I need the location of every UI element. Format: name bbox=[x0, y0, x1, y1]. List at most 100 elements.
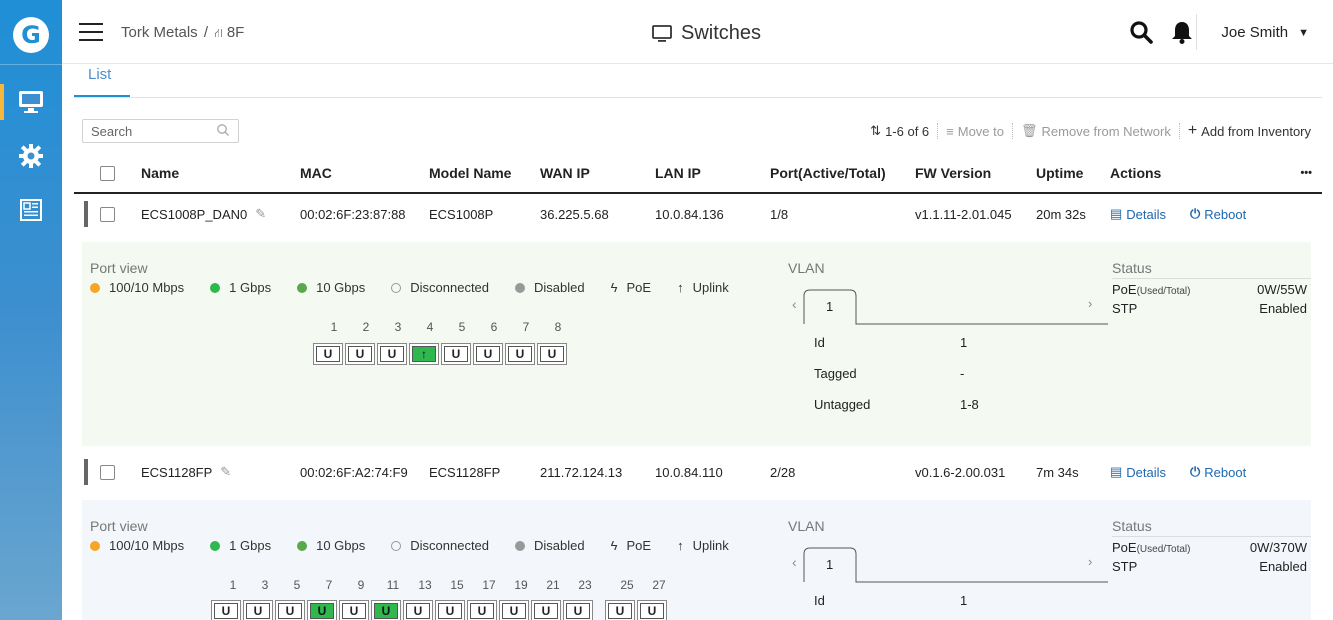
green-dot-icon bbox=[210, 540, 221, 551]
port-25[interactable]: U bbox=[605, 600, 635, 620]
bell-icon[interactable] bbox=[1171, 20, 1193, 44]
chevron-right-icon[interactable]: › bbox=[1088, 554, 1092, 569]
details-button[interactable]: ▤ Details bbox=[1110, 452, 1166, 492]
chevron-left-icon: ‹ bbox=[792, 296, 797, 312]
port-number: 13 bbox=[418, 578, 432, 592]
port-27[interactable]: U bbox=[637, 600, 667, 620]
sidebar-item-reports[interactable] bbox=[0, 188, 62, 232]
chevron-right-icon[interactable]: › bbox=[1088, 296, 1092, 311]
device-name: ECS1128FP bbox=[141, 464, 213, 480]
port-1[interactable]: U bbox=[313, 343, 343, 365]
port-number: 27 bbox=[652, 578, 666, 592]
app-logo[interactable]: G bbox=[13, 17, 49, 53]
port-15[interactable]: U bbox=[435, 600, 465, 620]
gear-icon bbox=[19, 144, 43, 168]
edit-icon[interactable]: ✎ bbox=[255, 206, 266, 222]
port-number: 21 bbox=[546, 578, 560, 592]
port-number: 6 bbox=[490, 320, 498, 334]
col-model[interactable]: Model Name bbox=[429, 154, 511, 192]
row-indicator bbox=[84, 201, 88, 227]
vlan-untagged-value: 1-8 bbox=[960, 397, 979, 412]
port-7[interactable]: U bbox=[307, 600, 337, 620]
menu-icon[interactable] bbox=[79, 23, 103, 41]
port-13[interactable]: U bbox=[403, 600, 433, 620]
port-1[interactable]: U bbox=[211, 600, 241, 620]
table-row[interactable]: ECS1128FP ✎ 00:02:6F:A2:74:F9 ECS1128FP 2… bbox=[74, 452, 1322, 492]
orange-dot-icon bbox=[90, 282, 100, 293]
col-fw[interactable]: FW Version bbox=[915, 154, 991, 192]
legend-poe: ϟ PoE bbox=[610, 538, 652, 553]
row-checkbox[interactable] bbox=[100, 452, 115, 492]
table-row[interactable]: ECS1008P_DAN0 ✎ 00:02:6F:23:87:88 ECS1008… bbox=[74, 194, 1322, 234]
sort-count[interactable]: ⇅ 1-6 of 6 bbox=[870, 123, 929, 139]
logo-letter: G bbox=[21, 21, 41, 49]
details-button[interactable]: ▤ Details bbox=[1110, 194, 1166, 234]
breadcrumb-network[interactable]: 8F bbox=[227, 24, 245, 41]
col-uptime[interactable]: Uptime bbox=[1036, 154, 1083, 192]
port-11[interactable]: U bbox=[371, 600, 401, 620]
port-5[interactable]: U bbox=[441, 343, 471, 365]
vlan-id-value: 1 bbox=[960, 593, 968, 608]
search-input[interactable] bbox=[91, 123, 211, 139]
col-lan-ip[interactable]: LAN IP bbox=[655, 154, 701, 192]
col-port[interactable]: Port(Active/Total) bbox=[770, 154, 886, 192]
port-4[interactable]: ↑ bbox=[409, 343, 439, 365]
sidebar-item-settings[interactable] bbox=[0, 134, 62, 178]
legend-disconnected: Disconnected bbox=[391, 280, 489, 295]
port-21[interactable]: U bbox=[531, 600, 561, 620]
search-icon[interactable] bbox=[1129, 20, 1153, 44]
port-label: U bbox=[566, 603, 590, 619]
port-17[interactable]: U bbox=[467, 600, 497, 620]
move-to-label: Move to bbox=[957, 123, 1004, 139]
bolt-icon: ϟ bbox=[610, 538, 618, 553]
legend-disconnected: Disconnected bbox=[391, 538, 489, 553]
tab-list[interactable]: List bbox=[74, 66, 130, 97]
port-23[interactable]: U bbox=[563, 600, 593, 620]
vlan-tab-strip: ‹ 1 bbox=[792, 289, 1108, 325]
row-indicator bbox=[84, 459, 88, 485]
port-9[interactable]: U bbox=[339, 600, 369, 620]
sort-icon: ⇅ bbox=[870, 123, 882, 138]
col-name[interactable]: Name bbox=[141, 154, 179, 192]
remove-button[interactable]: 🗑 Remove from Network bbox=[1021, 123, 1171, 139]
uptime-cell: 7m 34s bbox=[1036, 464, 1079, 480]
reboot-button[interactable]: ⏻ Reboot bbox=[1190, 452, 1246, 492]
user-menu[interactable]: Joe Smith ▼ bbox=[1221, 24, 1309, 41]
port-5[interactable]: U bbox=[275, 600, 305, 620]
col-mac[interactable]: MAC bbox=[300, 154, 332, 192]
port-7[interactable]: U bbox=[505, 343, 535, 365]
port-legend: 100/10 Mbps 1 Gbps 10 Gbps Disconnected … bbox=[90, 538, 729, 553]
port-6[interactable]: U bbox=[473, 343, 503, 365]
legend-10gbps: 10 Gbps bbox=[297, 280, 365, 295]
page-count: 1-6 of 6 bbox=[885, 123, 930, 139]
gray-dot-icon bbox=[515, 282, 526, 293]
sidebar-item-devices[interactable] bbox=[0, 80, 62, 124]
vlan-tab-label: 1 bbox=[826, 299, 833, 314]
move-to-button[interactable]: ≡ Move to bbox=[946, 124, 1004, 139]
add-from-inventory-button[interactable]: + Add from Inventory bbox=[1188, 123, 1311, 139]
search-icon[interactable] bbox=[216, 123, 230, 137]
reboot-button[interactable]: ⏻ Reboot bbox=[1190, 194, 1246, 234]
port-19[interactable]: U bbox=[499, 600, 529, 620]
vlan-tab-label: 1 bbox=[826, 557, 833, 572]
vlan-tab-strip: ‹ 1 bbox=[792, 547, 1108, 583]
header-divider bbox=[1196, 14, 1197, 50]
row-checkbox[interactable] bbox=[100, 194, 115, 234]
port-number: 23 bbox=[578, 578, 592, 592]
port-2[interactable]: U bbox=[345, 343, 375, 365]
edit-icon[interactable]: ✎ bbox=[220, 464, 231, 480]
breadcrumb-org[interactable]: Tork Metals bbox=[121, 24, 198, 41]
more-icon[interactable]: ••• bbox=[1300, 154, 1312, 192]
port-8[interactable]: U bbox=[537, 343, 567, 365]
green-dot-icon bbox=[297, 282, 308, 293]
bolt-icon: ϟ bbox=[610, 280, 618, 295]
col-wan-ip[interactable]: WAN IP bbox=[540, 154, 590, 192]
fw-cell: v1.1.11-2.01.045 bbox=[915, 206, 1012, 222]
port-3[interactable]: U bbox=[377, 343, 407, 365]
select-all-checkbox[interactable] bbox=[100, 154, 115, 192]
port-legend: 100/10 Mbps 1 Gbps 10 Gbps Disconnected … bbox=[90, 280, 729, 295]
remove-label: Remove from Network bbox=[1041, 123, 1171, 139]
device-name-cell: ECS1008P_DAN0 ✎ bbox=[141, 194, 266, 234]
port-3[interactable]: U bbox=[243, 600, 273, 620]
legend-100mbps: 100/10 Mbps bbox=[90, 538, 184, 553]
